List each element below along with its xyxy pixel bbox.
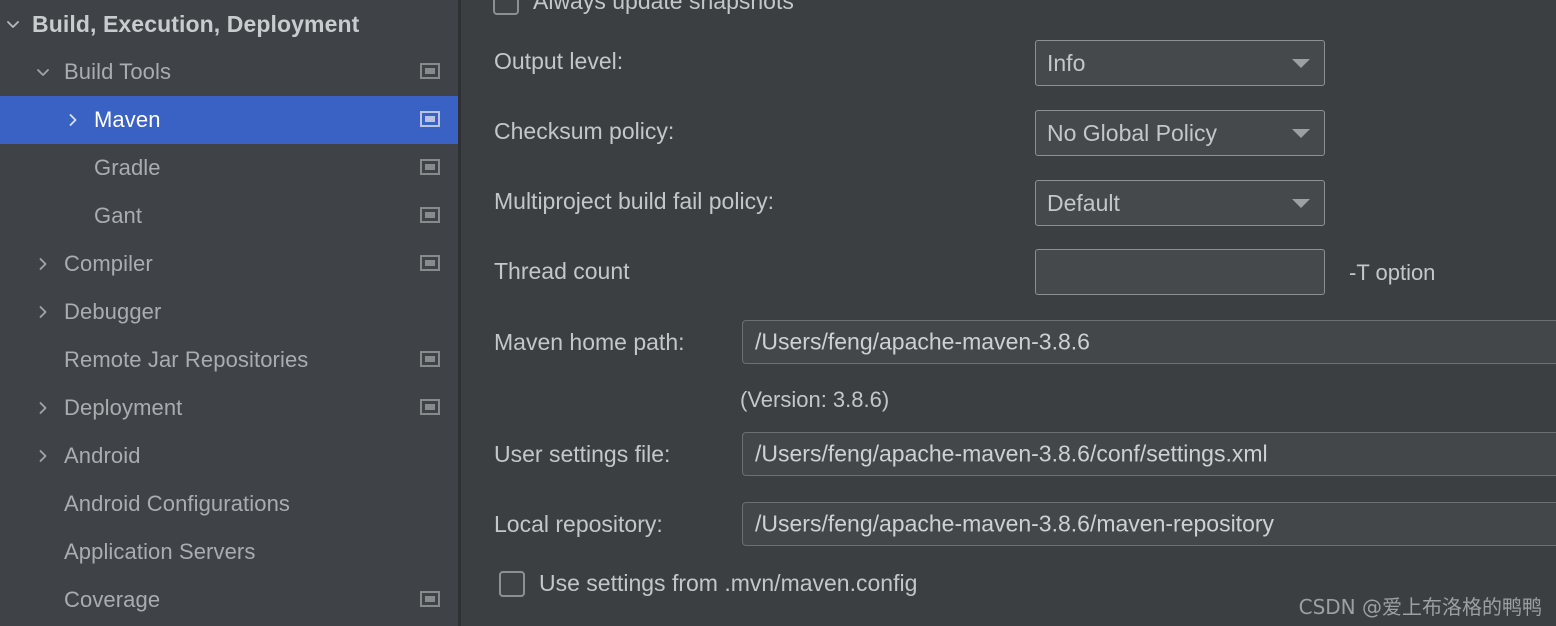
chevron-down-icon[interactable] <box>32 61 54 83</box>
sidebar-item-build-tools[interactable]: Build Tools <box>0 48 458 96</box>
always-update-snapshots-label: Always update snapshots <box>533 0 794 14</box>
settings-page-icon <box>420 591 442 609</box>
sidebar-item-label: Build, Execution, Deployment <box>32 10 360 37</box>
chevron-right-icon[interactable] <box>32 301 54 323</box>
maven-settings-panel: Always update snapshots Output level: In… <box>461 0 1556 626</box>
chevron-right-icon[interactable] <box>62 109 84 131</box>
chevron-right-icon[interactable] <box>32 253 54 275</box>
checksum-policy-value: No Global Policy <box>1047 119 1218 146</box>
sidebar-item-compiler[interactable]: Compiler <box>0 240 458 288</box>
sidebar-item-label: Remote Jar Repositories <box>64 347 309 372</box>
output-level-select[interactable]: Info <box>1035 40 1325 86</box>
sidebar-item-label: Android <box>64 443 141 468</box>
multiproject-build-fail-policy-select[interactable]: Default <box>1035 180 1325 226</box>
checksum-policy-select[interactable]: No Global Policy <box>1035 110 1325 156</box>
maven-home-path-label: Maven home path: <box>494 329 685 355</box>
user-settings-file-label: User settings file: <box>494 441 671 467</box>
sidebar-item-coverage[interactable]: Coverage <box>0 576 458 624</box>
sidebar-item-label: Application Servers <box>64 539 256 564</box>
user-settings-file-value: /Users/feng/apache-maven-3.8.6/conf/sett… <box>755 440 1268 467</box>
thread-count-label: Thread count <box>494 258 630 284</box>
chevron-down-icon[interactable] <box>1292 58 1310 68</box>
maven-home-path-input[interactable]: /Users/feng/apache-maven-3.8.6 <box>742 320 1556 364</box>
sidebar-item-remote-jar-repositories[interactable]: Remote Jar Repositories <box>0 336 458 384</box>
settings-page-icon <box>420 351 442 369</box>
chevron-down-icon[interactable] <box>2 13 24 35</box>
sidebar-item-android-configurations[interactable]: Android Configurations <box>0 480 458 528</box>
settings-page-icon <box>420 255 442 273</box>
settings-page-icon <box>420 399 442 417</box>
sidebar-item-label: Compiler <box>64 251 153 276</box>
sidebar-item-deployment[interactable]: Deployment <box>0 384 458 432</box>
sidebar-item-label: Deployment <box>64 395 183 420</box>
sidebar-item-label: Gant <box>94 203 143 228</box>
use-mvn-config-label: Use settings from .mvn/maven.config <box>539 570 918 596</box>
output-level-value: Info <box>1047 49 1086 76</box>
sidebar-item-label: Android Configurations <box>64 491 291 516</box>
multiproject-build-fail-policy-value: Default <box>1047 189 1120 216</box>
settings-page-icon <box>420 159 442 177</box>
chevron-right-icon[interactable] <box>32 445 54 467</box>
always-update-snapshots-checkbox-row[interactable]: Always update snapshots <box>493 0 794 15</box>
sidebar-item-gradle[interactable]: Gradle <box>0 144 458 192</box>
use-mvn-config-checkbox-row[interactable]: Use settings from .mvn/maven.config <box>499 570 917 597</box>
settings-navigation-sidebar: Build, Execution, Deployment Build Tools… <box>0 0 458 626</box>
output-level-label: Output level: <box>494 48 624 74</box>
checksum-policy-label: Checksum policy: <box>494 118 675 144</box>
chevron-right-icon[interactable] <box>32 397 54 419</box>
multiproject-build-fail-policy-label: Multiproject build fail policy: <box>494 188 774 214</box>
sidebar-item-android[interactable]: Android <box>0 432 458 480</box>
sidebar-item-label: Maven <box>94 107 161 132</box>
settings-page-icon <box>420 207 442 225</box>
settings-page-icon <box>420 111 442 129</box>
sidebar-item-label: Coverage <box>64 587 161 612</box>
chevron-down-icon[interactable] <box>1292 198 1310 208</box>
csdn-watermark: CSDN @爱上布洛格的鸭鸭 <box>1298 595 1542 619</box>
sidebar-item-maven[interactable]: Maven <box>0 96 458 144</box>
local-repository-value: /Users/feng/apache-maven-3.8.6/maven-rep… <box>755 510 1275 537</box>
sidebar-item-label: Debugger <box>64 299 162 324</box>
sidebar-item-build-execution-deployment[interactable]: Build, Execution, Deployment <box>0 0 458 48</box>
local-repository-label: Local repository: <box>494 511 663 537</box>
chevron-down-icon[interactable] <box>1292 128 1310 138</box>
sidebar-item-application-servers[interactable]: Application Servers <box>0 528 458 576</box>
sidebar-item-label: Build Tools <box>64 59 172 84</box>
maven-version-note: (Version: 3.8.6) <box>740 387 890 412</box>
maven-home-path-value: /Users/feng/apache-maven-3.8.6 <box>755 328 1090 355</box>
thread-count-input[interactable] <box>1035 249 1325 295</box>
user-settings-file-input[interactable]: /Users/feng/apache-maven-3.8.6/conf/sett… <box>742 432 1556 476</box>
always-update-snapshots-checkbox[interactable] <box>493 0 519 15</box>
settings-page-icon <box>420 63 442 81</box>
thread-count-hint: -T option <box>1349 260 1436 285</box>
sidebar-item-gant[interactable]: Gant <box>0 192 458 240</box>
sidebar-item-debugger[interactable]: Debugger <box>0 288 458 336</box>
settings-dialog: Build, Execution, Deployment Build Tools… <box>0 0 1556 626</box>
sidebar-item-label: Gradle <box>94 155 161 180</box>
local-repository-input[interactable]: /Users/feng/apache-maven-3.8.6/maven-rep… <box>742 502 1556 546</box>
use-mvn-config-checkbox[interactable] <box>499 570 525 597</box>
